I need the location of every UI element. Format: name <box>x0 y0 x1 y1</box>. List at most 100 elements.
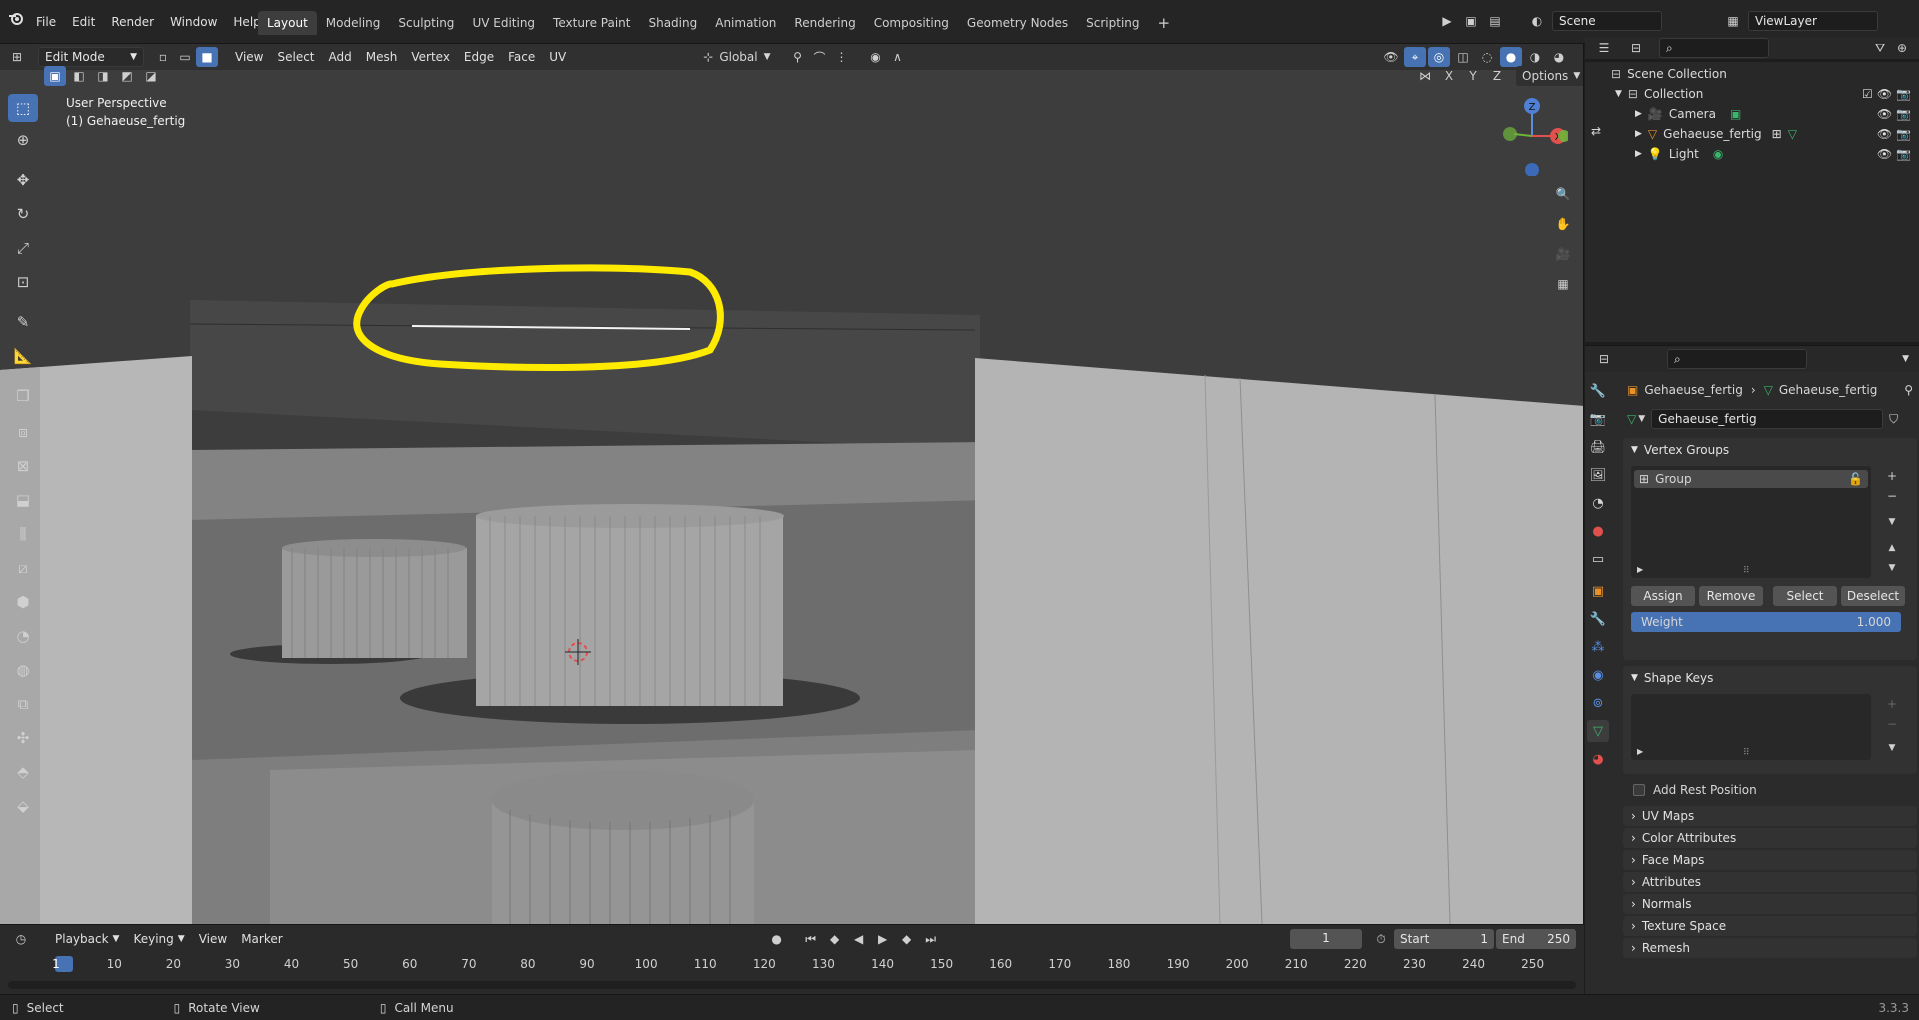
tab-modeling[interactable]: Modeling <box>317 11 390 35</box>
menu-add[interactable]: Add <box>322 46 359 68</box>
select-button[interactable]: Select <box>1773 586 1837 606</box>
menu-face[interactable]: Face <box>501 46 542 68</box>
chevron-down-icon[interactable]: ▼ <box>1902 354 1909 364</box>
material-tab-icon[interactable]: ◕ <box>1587 748 1609 770</box>
normals-panel[interactable]: › Normals <box>1623 894 1917 914</box>
edge-select-icon[interactable]: ▭ <box>174 47 196 67</box>
outliner-search-input[interactable]: ⌕ <box>1659 38 1769 58</box>
options-dropdown[interactable]: Options ▼ <box>1516 66 1583 86</box>
deselect-button[interactable]: Deselect <box>1841 586 1905 606</box>
annotate-tool-icon[interactable]: ✎ <box>8 308 38 336</box>
particles-tab-icon[interactable]: ⁂ <box>1587 636 1609 658</box>
shape-key-list[interactable]: ▶ ⠿ <box>1631 694 1871 760</box>
remesh-panel[interactable]: › Remesh <box>1623 938 1917 958</box>
scene-name-field[interactable]: Scene <box>1552 11 1662 31</box>
rip-tool-icon[interactable]: ⬙ <box>8 792 38 820</box>
eye-icon[interactable]: 👁 <box>1877 104 1892 124</box>
select-intersect-icon[interactable]: ◪ <box>140 66 162 86</box>
jump-start-icon[interactable]: ⏮ <box>800 929 822 949</box>
physics-tab-icon[interactable]: ◉ <box>1587 664 1609 686</box>
tab-texture-paint[interactable]: Texture Paint <box>544 11 639 35</box>
shear-tool-icon[interactable]: ⬘ <box>8 758 38 786</box>
wireframe-shading-icon[interactable]: ◌ <box>1476 47 1498 67</box>
add-cube-tool-icon[interactable]: ❒ <box>8 382 38 410</box>
render-camera-icon[interactable]: 📷 <box>1896 104 1911 124</box>
zoom-icon[interactable]: 🔍 <box>1552 180 1574 208</box>
attributes-panel[interactable]: › Attributes <box>1623 872 1917 892</box>
list-expand-icon[interactable]: ▶ <box>1637 565 1643 574</box>
specials-chevron-down-icon[interactable]: ▼ <box>1881 512 1903 532</box>
object-tab-icon[interactable]: ▣ <box>1587 580 1609 602</box>
lock-icon[interactable]: 🔓 <box>1848 472 1863 486</box>
visibility-icon[interactable]: 👁 <box>1380 47 1402 67</box>
add-vertex-group-button[interactable]: + <box>1881 466 1903 486</box>
frame-ruler[interactable]: 1 10 20 30 40 50 60 70 80 90 100 110 120 130 140 150 160… <box>8 955 1576 977</box>
knife-tool-icon[interactable]: ⧄ <box>8 554 38 582</box>
remove-vertex-group-button[interactable]: − <box>1881 486 1903 506</box>
outliner-item-camera[interactable]: ▶ 🎥 Camera ▣ 👁 📷 <box>1635 104 1915 124</box>
menu-edge[interactable]: Edge <box>457 46 501 68</box>
outliner-editor-icon[interactable]: ☰ <box>1593 38 1615 58</box>
snap-target-icon[interactable]: ⋮ <box>831 47 853 67</box>
specials-chevron-down-icon[interactable]: ▼ <box>1881 738 1903 758</box>
record-icon[interactable]: ● <box>766 929 788 949</box>
overlay-icon[interactable]: ◎ <box>1428 47 1450 67</box>
mode-selector[interactable]: Edit Mode ▼ <box>38 47 144 67</box>
properties-search-input[interactable]: ⌕ <box>1667 349 1807 369</box>
inset-tool-icon[interactable]: ⊠ <box>8 452 38 480</box>
texture-space-panel[interactable]: › Texture Space <box>1623 916 1917 936</box>
add-rest-position-row[interactable]: Add Rest Position <box>1633 780 1757 800</box>
menu-view[interactable]: View <box>228 46 270 68</box>
next-keyframe-icon[interactable]: ◆ <box>896 929 918 949</box>
vertex-groups-header[interactable]: ▼ Vertex Groups <box>1623 438 1917 462</box>
render-tab-icon[interactable]: 📷 <box>1587 408 1609 430</box>
shrink-fatten-tool-icon[interactable]: ✣ <box>8 724 38 752</box>
tab-layout[interactable]: Layout <box>258 11 317 35</box>
eye-icon[interactable]: 👁 <box>1877 124 1892 144</box>
scene-icon[interactable]: ◐ <box>1526 11 1548 31</box>
outliner-side-icon[interactable]: ⇄ <box>1591 124 1601 138</box>
camera-view-icon[interactable]: 🎥 <box>1552 240 1574 268</box>
select-extend-icon[interactable]: ◧ <box>68 66 90 86</box>
gizmo-icon[interactable]: ⌖ <box>1404 47 1426 67</box>
jump-end-icon[interactable]: ⏭ <box>920 929 942 949</box>
tab-sculpting[interactable]: Sculpting <box>389 11 463 35</box>
outliner-item-gehaeuse[interactable]: ▶ ▽ Gehaeuse_fertig ⊞ ▽ 👁 📷 <box>1635 124 1915 144</box>
pivot-icon[interactable]: ⚲ <box>787 47 809 67</box>
mirror-icon[interactable]: ⋈ <box>1414 66 1436 86</box>
move-down-icon[interactable]: ▼ <box>1881 558 1903 578</box>
collection-row[interactable]: ▼ ⊟ Collection ☑ 👁 📷 <box>1615 84 1915 104</box>
display-mode-icon[interactable]: ⊟ <box>1625 38 1647 58</box>
menu-marker[interactable]: Marker <box>234 928 289 950</box>
world-tab-icon[interactable]: ● <box>1587 520 1609 542</box>
tab-geometry-nodes[interactable]: Geometry Nodes <box>958 11 1077 35</box>
edge-slide-tool-icon[interactable]: ⧉ <box>8 690 38 718</box>
weight-slider[interactable]: Weight 1.000 <box>1631 612 1901 632</box>
move-tool-icon[interactable]: ✥ <box>8 166 38 194</box>
render-camera-icon[interactable]: 📷 <box>1896 124 1911 144</box>
cursor-tool-icon[interactable]: ⊕ <box>8 126 38 154</box>
view-layer-icon[interactable]: ▦ <box>1722 11 1744 31</box>
data-name-field[interactable]: Gehaeuse_fertig <box>1651 409 1884 429</box>
checkbox-icon[interactable]: ☑ <box>1862 84 1873 104</box>
axis-z-toggle[interactable]: Z <box>1486 66 1508 86</box>
face-maps-panel[interactable]: › Face Maps <box>1623 850 1917 870</box>
properties-editor-icon[interactable]: ⊟ <box>1593 349 1615 369</box>
select-new-icon[interactable]: ▣ <box>44 66 66 86</box>
solid-shading-icon[interactable]: ● <box>1500 47 1522 67</box>
vertex-group-item[interactable]: ⊞ Group 🔓 <box>1634 470 1868 488</box>
navigation-gizmo[interactable]: Z X <box>1496 96 1568 176</box>
mesh-data-icon[interactable]: ▽ <box>1627 412 1636 426</box>
extrude-tool-icon[interactable]: ⧈ <box>8 418 38 446</box>
add-rest-position-checkbox[interactable] <box>1633 784 1645 796</box>
eye-icon[interactable]: 👁 <box>1877 84 1892 104</box>
vertex-select-icon[interactable]: ▫ <box>152 47 174 67</box>
pin-icon[interactable]: ⚲ <box>1904 383 1913 397</box>
fake-user-shield-icon[interactable]: ⛉ <box>1889 412 1898 427</box>
face-select-icon[interactable]: ■ <box>196 47 218 67</box>
tab-animation[interactable]: Animation <box>706 11 785 35</box>
menu-mesh[interactable]: Mesh <box>359 46 405 68</box>
tool-tab-icon[interactable]: 🔧 <box>1587 380 1609 402</box>
shape-keys-header[interactable]: ▼ Shape Keys <box>1623 666 1917 690</box>
spin-tool-icon[interactable]: ◔ <box>8 622 38 650</box>
